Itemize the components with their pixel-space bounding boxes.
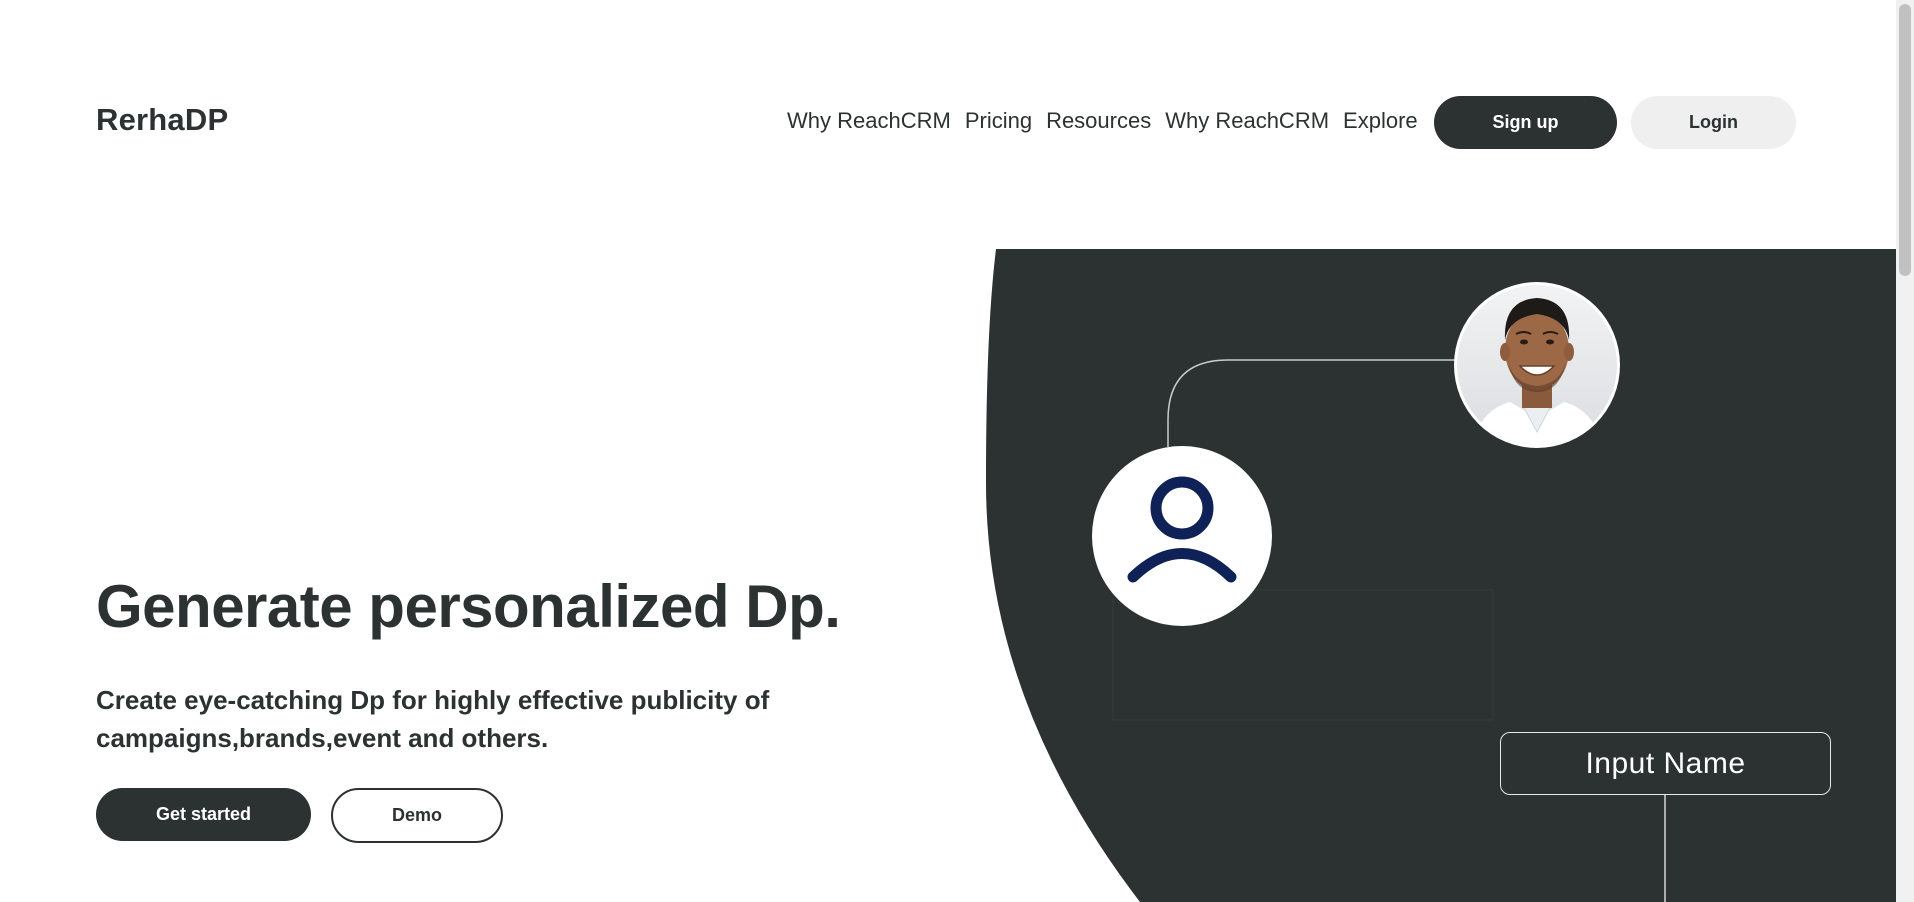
person-photo (1457, 285, 1617, 445)
nav-item-why-reachcrm[interactable]: Why ReachCRM (787, 108, 951, 134)
hero-subtitle: Create eye-catching Dp for highly effect… (96, 685, 770, 753)
nav-item-pricing[interactable]: Pricing (965, 108, 1032, 134)
signup-button[interactable]: Sign up (1434, 96, 1617, 149)
login-button[interactable]: Login (1631, 96, 1796, 149)
scrollbar-thumb[interactable] (1899, 4, 1911, 276)
landing-page: RerhaDP Why ReachCRM Pricing Resources W… (0, 0, 1914, 902)
nav-item-resources[interactable]: Resources (1046, 108, 1151, 134)
brand-logo[interactable]: RerhaDP (96, 102, 228, 138)
nav-item-why-reachcrm-2[interactable]: Why ReachCRM (1165, 108, 1329, 134)
demo-button[interactable]: Demo (331, 788, 503, 843)
nav-item-explore[interactable]: Explore (1343, 108, 1418, 134)
avatar-circle (1092, 446, 1272, 626)
avatar-shoulders-icon (1127, 548, 1237, 583)
photo-ring (1454, 282, 1620, 448)
page-scrollbar[interactable] (1896, 0, 1914, 902)
avatar-head-icon (1150, 476, 1214, 540)
faint-frame (1112, 589, 1494, 721)
main-nav: Why ReachCRM Pricing Resources Why Reach… (787, 108, 1418, 134)
input-name-box: Input Name (1500, 732, 1831, 795)
get-started-button[interactable]: Get started (96, 788, 311, 841)
dark-panel (985, 249, 1896, 902)
connector-line (1167, 359, 1457, 447)
hero-title: Generate personalized Dp. (96, 573, 841, 640)
